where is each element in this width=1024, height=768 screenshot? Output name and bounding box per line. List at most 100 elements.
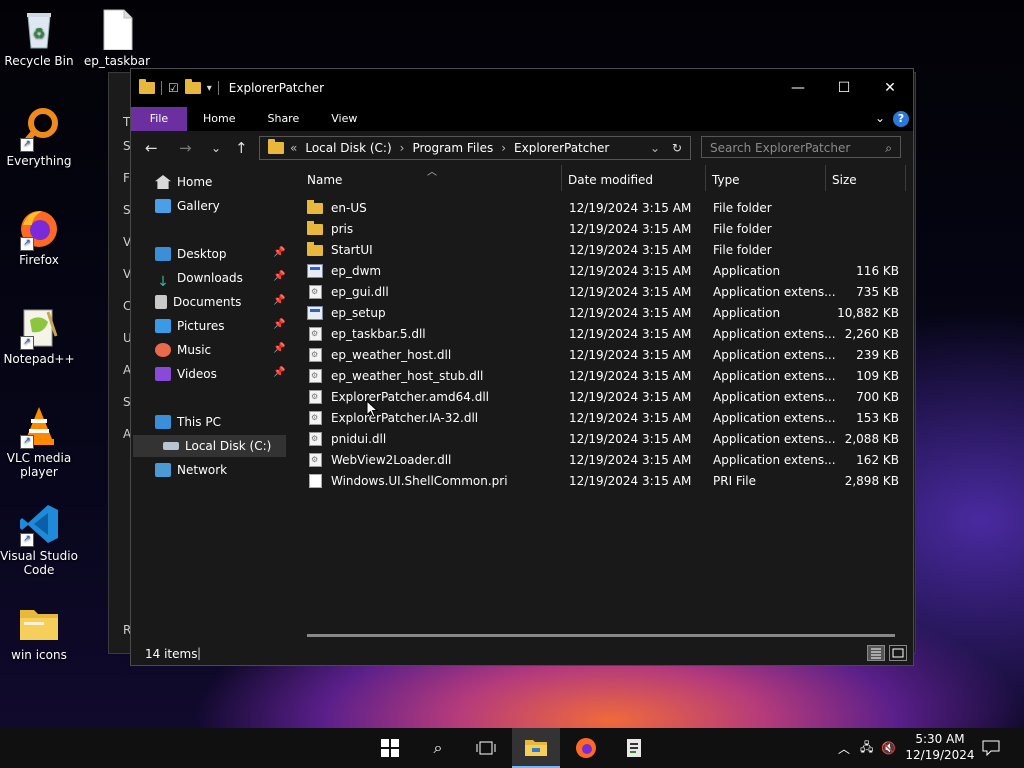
tab-home[interactable]: Home [187,107,251,131]
back-arrow-icon[interactable]: ← [145,139,158,157]
pin-icon[interactable]: 📌 [273,319,285,330]
file-size: 2,898 KB [844,474,899,488]
nav-label: Videos [177,367,217,381]
task-view-button[interactable] [462,728,510,768]
column-header-date[interactable]: Date modified [568,173,653,187]
search-input[interactable]: Search ExplorerPatcher ⌕ [701,136,901,158]
nav-item-this-pc[interactable]: This PC [155,411,221,433]
explorer-window[interactable]: ☑ ▾ ExplorerPatcher — ☐ ✕ File Home Shar… [130,68,914,666]
large-icons-view-button[interactable] [889,645,907,661]
close-button[interactable]: ✕ [867,69,913,107]
computer-icon [155,415,171,429]
volume-muted-icon[interactable]: 🔇 [881,741,896,755]
horizontal-scrollbar[interactable] [307,634,895,637]
drive-icon [163,442,179,450]
address-dropdown-icon[interactable]: ⌄ [650,141,660,155]
column-divider[interactable] [905,165,906,191]
column-divider[interactable] [825,165,826,191]
file-row[interactable]: pnidui.dll 12/19/2024 3:15 AM Application … [299,429,911,450]
desktop-icon-ep-taskbar[interactable]: ep_taskbar [78,8,156,68]
notepad-plus-plus-icon: ↗ [18,306,60,350]
nav-item-documents[interactable]: Documents [155,291,241,313]
breadcrumb-explorerpatcher[interactable]: ExplorerPatcher [514,141,609,155]
pin-icon[interactable]: 📌 [273,271,285,282]
nav-item-desktop[interactable]: Desktop [155,243,227,265]
notifications-button[interactable] [968,728,1014,768]
file-row[interactable]: ep_weather_host_stub.dll 12/19/2024 3:15 … [299,366,911,387]
desktop-icon-everything[interactable]: ↗ Everything [0,108,78,168]
pin-icon[interactable]: 📌 [273,343,285,354]
file-row[interactable]: ExplorerPatcher.IA-32.dll 12/19/2024 3:15… [299,408,911,429]
videos-icon [155,367,171,381]
file-row[interactable]: ep_taskbar.5.dll 12/19/2024 3:15 AM Applic… [299,324,911,345]
tab-view[interactable]: View [315,107,373,131]
recent-locations-chevron-icon[interactable]: ⌄ [211,141,221,155]
start-button[interactable] [366,728,414,768]
desktop-icon-recycle-bin[interactable]: ♻ Recycle Bin [0,8,78,68]
tab-file[interactable]: File [131,107,187,131]
file-row[interactable]: Windows.UI.ShellCommon.pri 12/19/2024 3:1… [299,471,911,492]
column-header-name[interactable]: Name [307,173,342,187]
nav-item-home[interactable]: Home [155,171,212,193]
desktop-icon-notepadpp[interactable]: ↗ Notepad++ [0,306,78,366]
column-header-size[interactable]: Size [832,173,857,187]
breadcrumb-program-files[interactable]: Program Files [412,141,493,155]
minimize-button[interactable]: — [775,69,821,107]
firefox-icon: ↗ [18,207,60,251]
taskbar-app[interactable] [610,728,658,768]
details-view-button[interactable] [867,645,885,661]
desktop-icon-vlc[interactable]: ↗ VLC media player [0,405,78,479]
nav-item-downloads[interactable]: ↓ Downloads [155,267,243,290]
show-hidden-icons-chevron-icon[interactable]: ︿ [838,740,850,757]
new-folder-icon[interactable] [184,79,201,94]
up-arrow-icon[interactable]: ↑ [235,139,248,157]
desktop-icon-firefox[interactable]: ↗ Firefox [0,207,78,267]
nav-item-music[interactable]: Music [155,339,211,361]
desktop-icon-vscode[interactable]: ↗ Visual Studio Code [0,503,78,577]
file-row[interactable]: pris 12/19/2024 3:15 AM File folder [299,219,911,240]
network-icon [155,463,171,477]
file-row[interactable]: WebView2Loader.dll 12/19/2024 3:15 AM Appl… [299,450,911,471]
address-overflow[interactable]: « [290,141,297,155]
taskbar-file-explorer[interactable] [512,728,560,768]
taskbar-firefox[interactable] [562,728,610,768]
desktop-icon-win-icons[interactable]: win icons [0,602,78,662]
breadcrumb-separator-icon[interactable]: › [400,141,405,155]
address-bar[interactable]: « Local Disk (C:) › Program Files › Expl… [259,136,691,160]
file-row[interactable]: ep_gui.dll 12/19/2024 3:15 AM Application … [299,282,911,303]
quick-access-dropdown-icon[interactable]: ▾ [207,83,212,94]
column-header-type[interactable]: Type [712,173,740,187]
refresh-icon[interactable]: ↻ [672,141,682,155]
network-tray-icon[interactable]: 🖧 [860,738,873,759]
file-row[interactable]: ep_dwm 12/19/2024 3:15 AM Application 116 K… [299,261,911,282]
column-divider[interactable] [561,165,562,191]
nav-item-pictures[interactable]: Pictures [155,315,225,337]
expand-ribbon-chevron-icon[interactable]: ⌄ [875,111,885,125]
pin-icon[interactable]: 📌 [273,295,285,306]
forward-arrow-icon[interactable]: → [179,139,192,157]
file-row[interactable]: ExplorerPatcher.amd64.dll 12/19/2024 3:15… [299,387,911,408]
home-icon [155,175,171,189]
nav-label: Network [177,463,228,477]
file-row[interactable]: ep_setup 12/19/2024 3:15 AM Application 10,… [299,303,911,324]
breadcrumb-local-disk[interactable]: Local Disk (C:) [305,141,391,155]
search-taskbar-button[interactable]: ⌕ [414,728,462,768]
breadcrumb-separator-icon[interactable]: › [501,141,506,155]
status-bar: 14 items | [131,641,913,665]
nav-item-local-disk[interactable]: Local Disk (C:) [163,435,271,457]
properties-check-icon[interactable]: ☑ [168,81,179,95]
help-icon[interactable]: ? [893,111,909,127]
tab-share[interactable]: Share [251,107,315,131]
nav-item-network[interactable]: Network [155,459,227,481]
nav-item-gallery[interactable]: Gallery [155,195,220,217]
title-bar[interactable]: ☑ ▾ ExplorerPatcher — ☐ ✕ [131,69,913,107]
pin-icon[interactable]: 📌 [273,367,285,378]
file-row[interactable]: ep_weather_host.dll 12/19/2024 3:15 AM App… [299,345,911,366]
file-row[interactable]: StartUI 12/19/2024 3:15 AM File folder [299,240,911,261]
file-type: Application extens... [713,369,836,383]
nav-item-videos[interactable]: Videos [155,363,217,385]
file-row[interactable]: en-US 12/19/2024 3:15 AM File folder [299,198,911,219]
pin-icon[interactable]: 📌 [273,247,285,258]
maximize-button[interactable]: ☐ [821,69,867,107]
column-divider[interactable] [705,165,706,191]
